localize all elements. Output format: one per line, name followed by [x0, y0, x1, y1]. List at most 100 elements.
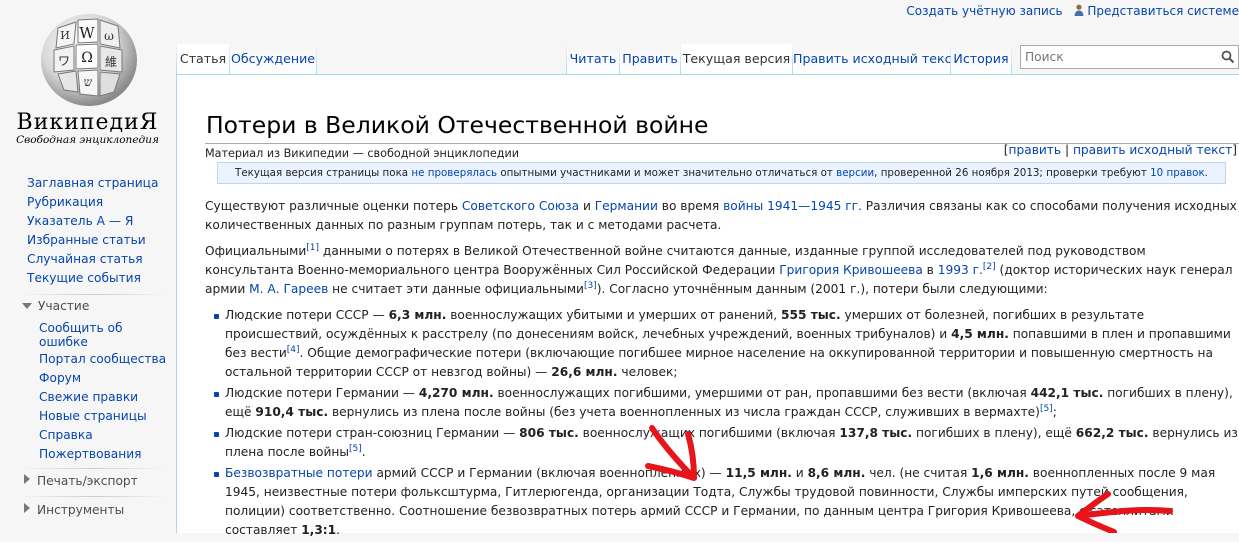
portal-print-export-heading[interactable]: Печать/экспорт: [22, 474, 138, 488]
paragraph-intro: Существуют различные оценки потерь Совет…: [205, 197, 1238, 235]
portal-participation-heading[interactable]: Участие: [22, 299, 89, 313]
unreviewed-link[interactable]: не проверялась: [411, 167, 497, 179]
login-link[interactable]: Представиться системе: [1087, 4, 1239, 18]
bold-value: 442,1 тыс.: [1030, 386, 1104, 400]
sidebar-item-forum[interactable]: Форум: [39, 371, 81, 385]
tab-current-version[interactable]: Текущая версия: [681, 44, 792, 74]
sidebar-item-featured[interactable]: Избранные статьи: [27, 233, 146, 247]
search-input[interactable]: [1021, 46, 1219, 68]
svg-text:ש: ש: [84, 75, 93, 89]
bullet: [214, 314, 219, 319]
link-war-1941-1945[interactable]: войны 1941—1945 гг.: [723, 199, 862, 213]
tab-article[interactable]: Статья: [177, 44, 229, 74]
bullet: [214, 432, 219, 437]
portal-tools-label: Инструменты: [37, 503, 125, 517]
edit-source-link[interactable]: править исходный текст: [1073, 143, 1232, 157]
bold-value: 1,3:1: [301, 523, 337, 537]
tab-edit[interactable]: Править: [620, 44, 680, 74]
sidebar-item-donate[interactable]: Пожертвования: [39, 447, 141, 461]
text: Людские потери стран-союзниц Германии —: [225, 426, 520, 440]
logo-wordmark: ВикипедиЯ: [16, 110, 159, 135]
user-icon: [1074, 4, 1084, 16]
text: в: [922, 263, 938, 277]
text: .: [361, 445, 366, 459]
link-gareev[interactable]: М. А. Гареев: [249, 282, 328, 296]
text: . Общие демографические потери (включающ…: [225, 346, 1213, 379]
tab-discussion[interactable]: Обсуждение: [230, 44, 316, 74]
link-krivosheev[interactable]: Григория Кривошеева: [779, 263, 923, 277]
reference-2[interactable]: [2]: [983, 262, 996, 272]
triangle-down-icon: [22, 303, 32, 309]
text: чел. (не считая: [865, 466, 972, 480]
bold-value: 26,6 млн.: [551, 365, 618, 379]
logo-tagline: Свободная энциклопедия: [16, 134, 159, 146]
reference-1[interactable]: [1]: [306, 243, 319, 253]
text: ). Согласно уточнённым данным (2001 г.),…: [596, 282, 1048, 296]
link-irrecoverable-losses[interactable]: Безвозвратные потери: [225, 466, 373, 480]
svg-text:W: W: [79, 24, 95, 42]
link-germany[interactable]: Германии: [595, 199, 658, 213]
flagged-revisions-notice: Текущая версия страницы пока не проверял…: [217, 162, 1226, 184]
link-1993[interactable]: 1993 г.: [938, 263, 983, 277]
create-account-link[interactable]: Создать учётную запись: [906, 4, 1062, 18]
sidebar-item-current-events[interactable]: Текущие события: [27, 271, 141, 285]
svg-text:ワ: ワ: [58, 54, 70, 68]
sidebar-item-new-pages[interactable]: Новые страницы: [39, 409, 147, 423]
link-soviet-union[interactable]: Советского Союза: [462, 199, 579, 213]
edit-links: [править | править исходный текст]: [1004, 143, 1237, 157]
svg-text:維: 維: [105, 55, 117, 69]
portal-print-export-label: Печать/экспорт: [37, 474, 138, 488]
text: Людские потери СССР —: [225, 308, 389, 322]
text: во время: [657, 199, 724, 213]
text: военнослужащих погибшими, умершими от ра…: [493, 386, 1031, 400]
bold-value: 6,3 млн.: [388, 308, 447, 322]
page-title: Потери в Великой Отечественной войне: [206, 111, 709, 139]
bold-value: 910,4 тыс.: [255, 405, 329, 419]
losses-list: Людские потери СССР — 6,3 млн. военнослу…: [205, 306, 1238, 540]
reference-5[interactable]: [5]: [1040, 404, 1053, 414]
sidebar-item-recent-changes[interactable]: Свежие правки: [39, 390, 138, 404]
version-link[interactable]: версии: [836, 167, 874, 179]
site-subtitle: Материал из Википедии — свободной энцикл…: [205, 147, 519, 160]
bold-value: 11,5 млн.: [725, 466, 792, 480]
sidebar-item-help[interactable]: Справка: [39, 428, 93, 442]
reference-5[interactable]: [5]: [349, 444, 362, 454]
tab-history[interactable]: История: [951, 44, 1011, 74]
svg-text:Ω: Ω: [81, 50, 93, 66]
text: и: [579, 199, 595, 213]
reference-4[interactable]: [4]: [287, 345, 300, 355]
sidebar-item-community-portal[interactable]: Портал сообщества: [39, 352, 166, 366]
wikipedia-globe-icon: W И ω Ω ワ 維 ש: [38, 10, 140, 112]
bold-value: 555 тыс.: [781, 308, 841, 322]
sidebar-item-categories[interactable]: Рубрикация: [27, 195, 103, 209]
tab-edit-source[interactable]: Править исходный текст: [793, 44, 959, 74]
bold-value: 4,5 млн.: [951, 327, 1009, 341]
text: Существуют различные оценки потерь: [205, 199, 462, 213]
bold-value: 662,2 тыс.: [1075, 426, 1149, 440]
list-item: Людские потери Германии — 4,270 млн. вое…: [205, 384, 1238, 422]
sidebar-item-report-error[interactable]: Сообщить об ошибке: [39, 321, 139, 349]
paragraph-official-data: Официальными[1] данными о потерях в Вели…: [205, 242, 1238, 299]
text: и: [791, 466, 808, 480]
bold-value: 806 тыс.: [519, 426, 579, 440]
edit-links-separator: |: [1061, 143, 1073, 157]
reference-3[interactable]: [3]: [584, 281, 597, 291]
triangle-right-icon: [24, 503, 30, 513]
svg-text:И: И: [60, 29, 70, 42]
wikipedia-logo[interactable]: W И ω Ω ワ 維 ש ВикипедиЯ Свободная энцикл…: [0, 0, 175, 160]
tab-read[interactable]: Читать: [567, 44, 619, 74]
list-item: Безвозвратные потери армий СССР и Герман…: [205, 464, 1238, 540]
sidebar-divider: [20, 468, 168, 469]
content-area: Потери в Великой Отечественной войне Мат…: [176, 74, 1239, 537]
edit-link[interactable]: править: [1009, 143, 1062, 157]
sidebar-item-main-page[interactable]: Заглавная страница: [27, 176, 158, 190]
pending-edits-link[interactable]: 10 правок: [1150, 167, 1205, 179]
bullet: [214, 472, 219, 477]
sidebar-item-random[interactable]: Случайная статья: [27, 252, 143, 266]
tab-separator: [316, 44, 317, 74]
search-icon[interactable]: [1221, 49, 1235, 68]
text: военнослужащих убитыми и умерших от ране…: [446, 308, 782, 322]
portal-tools-heading[interactable]: Инструменты: [22, 503, 124, 517]
bold-value: 1,6 млн.: [971, 466, 1029, 480]
sidebar-item-index[interactable]: Указатель А — Я: [27, 214, 133, 228]
